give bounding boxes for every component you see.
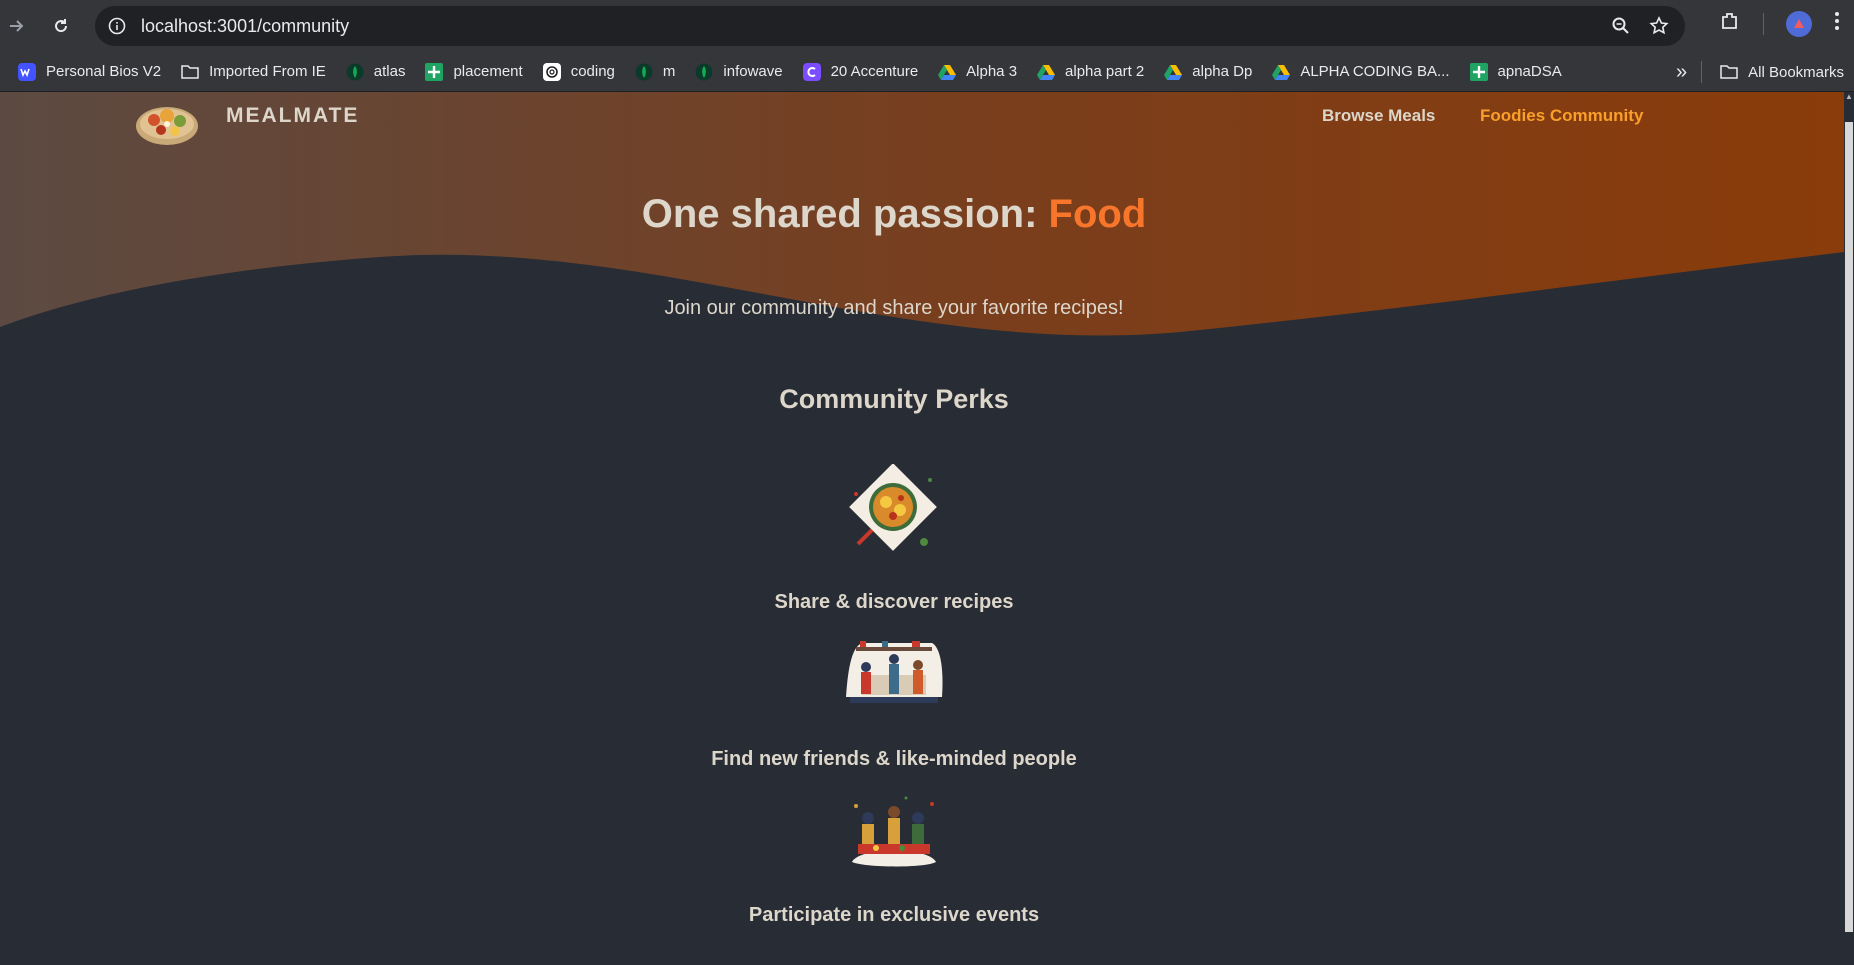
sheets-plus-icon: [1469, 62, 1488, 81]
extensions-icon[interactable]: [1719, 10, 1741, 37]
bookmark-star-icon[interactable]: [1649, 16, 1669, 41]
bookmark-item[interactable]: alpha part 2: [1027, 57, 1154, 87]
profile-avatar[interactable]: [1786, 10, 1812, 37]
all-bookmarks-label: All Bookmarks: [1748, 63, 1844, 81]
toolbar-divider: [1763, 12, 1764, 35]
bookmark-label: placement: [453, 63, 523, 80]
bookmark-label: Imported From IE: [209, 63, 326, 80]
bookmark-item[interactable]: placement: [415, 57, 532, 87]
perk-label-find-friends: Find new friends & like-minded people: [711, 748, 1077, 770]
community-kitchen-image: [846, 641, 943, 703]
sheets-plus-icon: [425, 62, 444, 81]
drive-icon: [1037, 63, 1056, 81]
events-image: [852, 796, 936, 867]
openai-icon: [542, 62, 561, 81]
hero-title-accent: Food: [1048, 192, 1147, 236]
bookmark-label: alpha part 2: [1065, 63, 1145, 80]
bookmark-item[interactable]: Imported From IE: [171, 57, 336, 87]
mongodb-leaf-icon: [695, 63, 713, 81]
hero-subtitle: Join our community and share your favori…: [664, 297, 1124, 319]
bookmark-label: atlas: [373, 63, 406, 80]
bookmarks-divider: [1701, 61, 1703, 83]
bookmark-label: alpha Dp: [1192, 63, 1253, 80]
bookmark-item[interactable]: alpha Dp: [1154, 57, 1262, 87]
bookmark-label: coding: [570, 63, 615, 80]
bookmark-item[interactable]: atlas: [336, 57, 416, 87]
site-info-icon[interactable]: [107, 16, 127, 36]
hero-title-prefix: One shared passion:: [641, 192, 1049, 236]
nav-browse-meals[interactable]: Browse Meals: [1322, 106, 1435, 126]
page-scrollbar[interactable]: ▲: [1844, 92, 1854, 965]
bookmark-label: Personal Bios V2: [46, 63, 162, 80]
perks-title: Community Perks: [779, 384, 1009, 414]
bookmark-label: 20 Accenture: [830, 63, 919, 80]
url-text: localhost:3001/community: [141, 15, 350, 36]
drive-icon: [938, 63, 957, 81]
browser-toolbar: localhost:3001/community: [0, 0, 1854, 52]
hero-title: One shared passion: Food: [0, 192, 1788, 237]
webflow-icon: [18, 62, 36, 81]
bookmark-item[interactable]: Alpha 3: [928, 57, 1027, 87]
site-header: MEALMATE Browse Meals Foodies Community: [0, 92, 1844, 152]
folder-icon: [1720, 63, 1738, 81]
scrollbar-thumb[interactable]: [1845, 122, 1853, 932]
bookmark-label: apnaDSA: [1497, 63, 1562, 80]
all-bookmarks-button[interactable]: All Bookmarks: [1710, 57, 1854, 87]
bookmark-label: m: [662, 63, 676, 80]
browser-menu-icon[interactable]: [1834, 11, 1840, 36]
c-logo-icon: [802, 62, 821, 81]
bookmark-item[interactable]: apnaDSA: [1460, 57, 1572, 87]
bookmarks-bar: Personal Bios V2 Imported From IE atlas pla…: [0, 52, 1854, 92]
forward-icon[interactable]: [2, 11, 32, 41]
nav-foodies-community[interactable]: Foodies Community: [1480, 106, 1643, 126]
perk-label-exclusive-events: Participate in exclusive events: [748, 904, 1040, 926]
brand-name[interactable]: MEALMATE: [226, 104, 359, 128]
bookmark-label: ALPHA CODING BA...: [1300, 63, 1450, 80]
address-bar[interactable]: localhost:3001/community: [95, 6, 1685, 46]
drive-icon: [1164, 63, 1183, 81]
folder-icon: [181, 63, 199, 81]
scroll-up-icon[interactable]: ▲: [1844, 92, 1854, 106]
mongodb-leaf-icon: [635, 63, 653, 81]
zoom-icon[interactable]: [1611, 16, 1631, 41]
bookmark-label: Alpha 3: [966, 63, 1018, 80]
bookmark-item[interactable]: Personal Bios V2: [8, 57, 171, 87]
page-viewport: MEALMATE Browse Meals Foodies Community …: [0, 92, 1844, 965]
reload-icon[interactable]: [46, 11, 76, 41]
bookmark-item[interactable]: infowave: [685, 57, 792, 87]
more-bookmarks-icon[interactable]: »: [1662, 61, 1701, 84]
bookmark-item[interactable]: coding: [533, 57, 625, 87]
mealmate-logo[interactable]: [134, 92, 200, 148]
bookmark-item[interactable]: m: [625, 57, 686, 87]
drive-icon: [1272, 63, 1291, 81]
perk-label-share-recipes: Share & discover recipes: [774, 591, 1014, 613]
bookmark-label: infowave: [723, 63, 783, 80]
meal-plate-image: [849, 464, 937, 551]
bookmark-item[interactable]: 20 Accenture: [793, 57, 929, 87]
bookmark-item[interactable]: ALPHA CODING BA...: [1262, 57, 1459, 87]
mongodb-leaf-icon: [346, 63, 364, 81]
